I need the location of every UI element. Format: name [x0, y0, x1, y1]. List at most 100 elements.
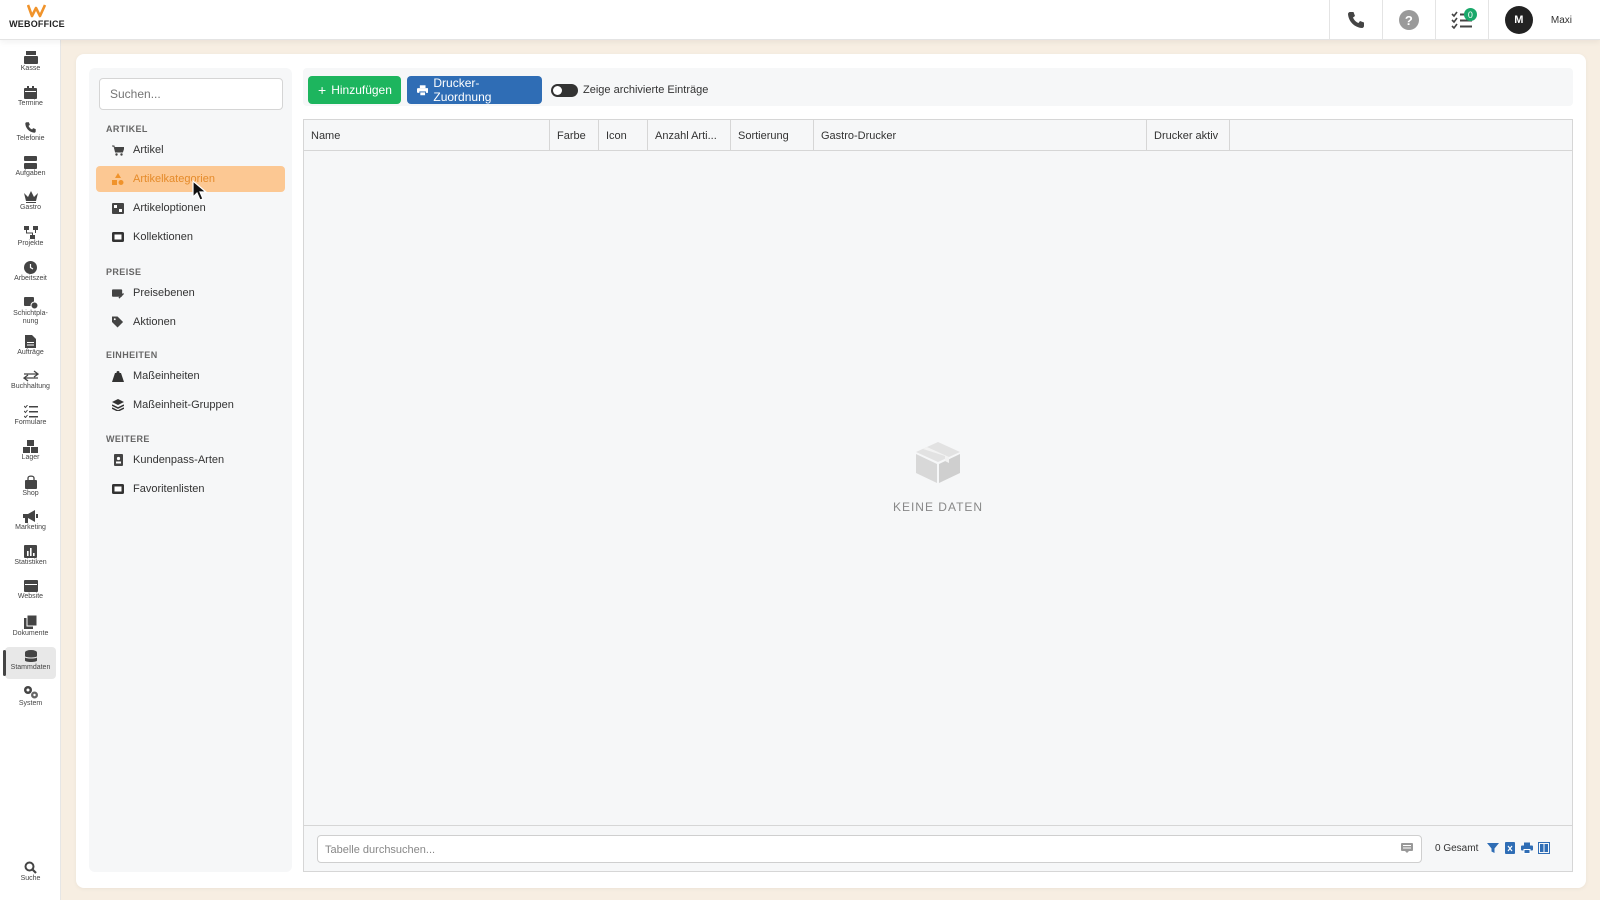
subnav-item-kollektionen[interactable]: Kollektionen [96, 224, 285, 250]
printer-assignment-button[interactable]: Drucker-Zuordnung [407, 76, 542, 104]
tasks-button[interactable]: 0 [1434, 0, 1488, 40]
column-header-sortierung[interactable]: Sortierung [731, 120, 814, 151]
exchange-icon [22, 370, 39, 382]
nav-item-shop[interactable]: Shop [5, 472, 56, 504]
export-excel-icon[interactable] [1504, 842, 1516, 854]
nav-item-lager[interactable]: Lager [5, 437, 56, 469]
column-header-name[interactable]: Name [304, 120, 550, 151]
weight-icon [112, 370, 124, 382]
section-weitere: WEITERE [106, 434, 150, 444]
nav-item-termine[interactable]: Termine [5, 83, 56, 115]
nav-item-formulare[interactable]: Formulare [5, 402, 56, 434]
bag-icon [24, 475, 37, 489]
content-area: + Hinzufügen Drucker-Zuordnung Zeige arc… [303, 68, 1573, 872]
subnav-item-label: Aktionen [133, 316, 176, 328]
clock-icon [24, 261, 37, 274]
user-name: Maxi [1550, 14, 1572, 26]
subnav-item-masseinheit-gruppen[interactable]: Maßeinheit-Gruppen [96, 392, 285, 418]
plus-icon: + [318, 82, 327, 98]
nav-item-schichtplanung[interactable]: Schichtpla-nung [5, 293, 56, 329]
shapes-icon [112, 173, 124, 185]
options-icon [112, 202, 124, 214]
nav-item-marketing[interactable]: Marketing [5, 507, 56, 539]
subnav-item-masseinheiten[interactable]: Maßeinheiten [96, 363, 285, 389]
nav-item-telefonie[interactable]: Telefonie [5, 118, 56, 150]
column-header-anzahl-artikel[interactable]: Anzahl Arti... [648, 120, 731, 151]
subnav-item-artikelkategorien[interactable]: Artikelkategorien [96, 166, 285, 192]
phone-button[interactable] [1328, 0, 1382, 40]
empty-state: KEINE DATEN [304, 440, 1572, 514]
column-chooser-icon[interactable] [1538, 842, 1550, 854]
print-icon[interactable] [1521, 842, 1533, 854]
grid-footer: Tabelle durchsuchen... 0 Gesamt [304, 825, 1572, 871]
top-bar: WEBOFFICE ? 0 M Maxi [0, 0, 1600, 40]
nav-item-dokumente[interactable]: Dokumente [5, 612, 56, 644]
add-button[interactable]: + Hinzufügen [308, 76, 401, 104]
stammdaten-subnav: ARTIKEL Artikel Artikelkategorien Artike… [89, 68, 292, 872]
column-header-gastro-drucker[interactable]: Gastro-Drucker [814, 120, 1147, 151]
mouse-cursor-icon [192, 180, 208, 201]
main-sidebar: Kasse Termine Telefonie Aufgaben Gastro … [0, 40, 61, 900]
nav-item-auftraege[interactable]: Aufträge [5, 332, 56, 364]
nav-item-gastro[interactable]: Gastro [5, 188, 56, 220]
nav-search[interactable]: Suche [5, 858, 56, 890]
column-header-icon[interactable]: Icon [599, 120, 648, 151]
nav-item-buchhaltung[interactable]: Buchhaltung [5, 367, 56, 399]
column-header-farbe[interactable]: Farbe [550, 120, 599, 151]
nav-item-arbeitszeit[interactable]: Arbeitszeit [5, 258, 56, 290]
filter-icon[interactable] [1487, 842, 1499, 854]
archived-toggle[interactable] [551, 84, 578, 97]
help-button[interactable]: ? [1381, 0, 1435, 40]
nav-item-stammdaten[interactable]: Stammdaten [3, 647, 56, 679]
favorites-icon [112, 483, 124, 495]
subnav-item-artikel[interactable]: Artikel [96, 137, 285, 163]
price-levels-icon [112, 287, 124, 299]
empty-text: KEINE DATEN [892, 500, 984, 514]
data-grid: Name Farbe Icon Anzahl Arti... Sortierun… [303, 119, 1573, 872]
printer-icon [417, 84, 429, 96]
total-count: 0 Gesamt [1435, 843, 1479, 854]
cart-icon [112, 144, 124, 156]
subnav-item-favoritenlisten[interactable]: Favoritenlisten [96, 476, 285, 502]
column-header-drucker-aktiv[interactable]: Drucker aktiv [1147, 120, 1230, 151]
subnav-item-kundenpass-arten[interactable]: Kundenpass-Arten [96, 447, 285, 473]
subnav-item-label: Artikel [133, 144, 164, 156]
calendar-icon [24, 86, 37, 99]
crown-icon [23, 191, 38, 203]
subnav-item-label: Artikeloptionen [133, 202, 206, 214]
subnav-search-input[interactable] [99, 78, 283, 110]
phone-icon [25, 122, 36, 133]
grid-header: Name Farbe Icon Anzahl Arti... Sortierun… [304, 120, 1572, 151]
user-menu[interactable]: M Maxi [1487, 0, 1600, 40]
section-artikel: ARTIKEL [106, 124, 148, 134]
form-icon [23, 405, 38, 418]
subnav-item-label: Kollektionen [133, 231, 193, 243]
archived-toggle-label: Zeige archivierte Einträge [583, 84, 709, 96]
section-preise: PREISE [106, 267, 142, 277]
subnav-item-artikeloptionen[interactable]: Artikeloptionen [96, 195, 285, 221]
subnav-item-label: Preisebenen [133, 287, 195, 299]
boxes-icon [23, 440, 38, 453]
nav-item-kasse[interactable]: Kasse [5, 48, 56, 80]
empty-box-icon [916, 442, 960, 483]
toolbar: + Hinzufügen Drucker-Zuordnung Zeige arc… [303, 68, 1573, 106]
subnav-item-preisebenen[interactable]: Preisebenen [96, 280, 285, 306]
database-icon [24, 650, 37, 662]
chart-icon [24, 545, 37, 558]
table-search-input[interactable]: Tabelle durchsuchen... [317, 835, 1422, 863]
subnav-item-label: Maßeinheit-Gruppen [133, 399, 234, 411]
avatar: M [1504, 6, 1533, 34]
keyboard-icon [1401, 843, 1413, 853]
logo-icon [27, 4, 47, 18]
weboffice-logo[interactable]: WEBOFFICE [6, 4, 68, 38]
main-card: ARTIKEL Artikel Artikelkategorien Artike… [76, 54, 1586, 888]
nav-item-system[interactable]: System [5, 682, 56, 714]
top-actions: ? 0 M Maxi [1328, 0, 1600, 40]
nav-item-statistiken[interactable]: Statistiken [5, 542, 56, 574]
subnav-item-aktionen[interactable]: Aktionen [96, 309, 285, 335]
subnav-item-label: Maßeinheiten [133, 370, 200, 382]
nav-item-website[interactable]: Website [5, 577, 56, 609]
layers-icon [112, 399, 124, 411]
nav-item-projekte[interactable]: Projekte [5, 223, 56, 255]
nav-item-aufgaben[interactable]: Aufgaben [5, 153, 56, 185]
